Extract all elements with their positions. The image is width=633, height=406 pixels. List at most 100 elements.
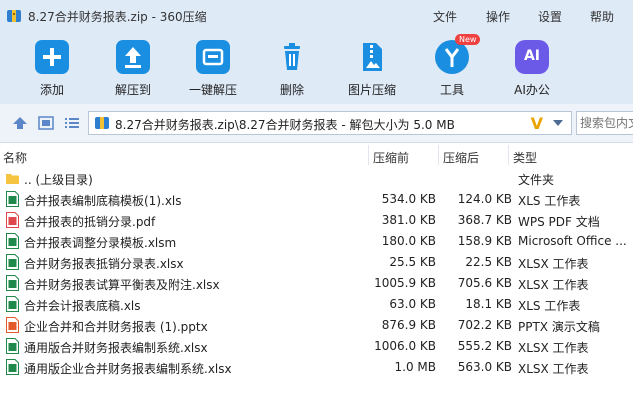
file-type: XLSX 工作表 <box>518 362 589 376</box>
address-path: 8.27合并财务报表.zip\8.27合并财务报表 - 解包大小为 5.0 MB <box>115 118 455 132</box>
file-compressed-size: 180.0 KB <box>381 234 436 248</box>
image-compress-label: 图片压缩 <box>347 83 396 97</box>
image-compress-button[interactable]: 图片压缩 <box>337 40 407 98</box>
file-packed-size: 124.0 KB <box>457 192 512 206</box>
file-compressed-size: 25.5 KB <box>389 255 436 269</box>
table-row[interactable]: 合并报表的抵销分录.pdf 381.0 KB 368.7 KB WPS PDF … <box>0 210 633 231</box>
chevron-down-icon[interactable] <box>553 120 563 126</box>
excel-file-icon <box>6 296 19 312</box>
excel-file-icon <box>6 338 19 354</box>
table-row[interactable]: 合并财务报表试算平衡表及附注.xlsx 1005.9 KB 705.6 KB X… <box>0 273 633 294</box>
tools-icon: New <box>435 34 481 74</box>
address-field[interactable]: 8.27合并财务报表.zip\8.27合并财务报表 - 解包大小为 5.0 MB… <box>88 111 572 135</box>
tools-button[interactable]: New 工具 <box>417 34 487 98</box>
file-type: XLS 工作表 <box>518 299 581 313</box>
file-compressed-size: 381.0 KB <box>381 213 436 227</box>
file-packed-size: 18.1 KB <box>465 297 512 311</box>
file-compressed-size: 534.0 KB <box>381 192 436 206</box>
file-packed-size: 555.2 KB <box>457 339 512 353</box>
extract-to-button[interactable]: 解压到 <box>98 40 168 98</box>
add-button[interactable]: 添加 <box>17 40 87 98</box>
file-compressed-size: 1.0 MB <box>394 360 436 374</box>
file-type: 文件夹 <box>518 173 555 187</box>
file-packed-size: 22.5 KB <box>465 255 512 269</box>
file-type: XLSX 工作表 <box>518 341 589 355</box>
file-compressed-size: 1006.0 KB <box>374 339 436 353</box>
menu-settings[interactable]: 设置 <box>538 8 562 25</box>
ppt-file-icon <box>6 317 19 333</box>
add-label: 添加 <box>39 83 64 97</box>
table-row[interactable]: 合并报表编制底稿模板(1).xls 534.0 KB 124.0 KB XLS … <box>0 189 633 210</box>
menu-file[interactable]: 文件 <box>433 8 457 25</box>
excel-file-icon <box>6 359 19 375</box>
tools-label: 工具 <box>439 83 464 97</box>
table-row[interactable]: 合并财务报表抵销分录表.xlsx 25.5 KB 22.5 KB XLSX 工作… <box>0 252 633 273</box>
excel-file-icon <box>6 191 19 207</box>
ai-icon: AI <box>515 40 549 74</box>
address-bar: 8.27合并财务报表.zip\8.27合并财务报表 - 解包大小为 5.0 MB… <box>0 104 633 143</box>
file-name: 合并财务报表试算平衡表及附注.xlsx <box>24 278 220 292</box>
excel-file-icon <box>6 233 19 249</box>
excel-file-icon <box>6 275 19 291</box>
ai-office-button[interactable]: AI AI办公 <box>497 40 567 98</box>
column-header: 名称 压缩前 压缩后 类型 <box>0 143 633 167</box>
file-name: 企业合并和合并财务报表 (1).pptx <box>24 320 208 334</box>
file-name: .. (上级目录) <box>24 173 93 187</box>
file-compressed-size: 1005.9 KB <box>374 276 436 290</box>
excel-file-icon <box>6 254 19 270</box>
archive-icon <box>95 117 109 129</box>
list-view-icon[interactable] <box>64 116 80 130</box>
search-input[interactable] <box>580 113 633 133</box>
header-divider[interactable] <box>368 145 369 165</box>
one-click-extract-icon <box>196 40 230 74</box>
extract-to-label: 解压到 <box>114 83 151 97</box>
menu-help[interactable]: 帮助 <box>590 8 614 25</box>
file-type: WPS PDF 文档 <box>518 215 600 229</box>
window-title: 8.27合并财务报表.zip - 360压缩 <box>28 10 207 24</box>
table-row[interactable]: 通用版合并财务报表编制系统.xlsx 1006.0 KB 555.2 KB XL… <box>0 336 633 357</box>
delete-button[interactable]: 删除 <box>257 40 327 98</box>
header-packed[interactable]: 压缩后 <box>443 149 479 166</box>
file-type: PPTX 演示文稿 <box>518 320 600 334</box>
delete-label: 删除 <box>279 83 304 97</box>
table-row[interactable]: 合并会计报表底稿.xls 63.0 KB 18.1 KB XLS 工作表 <box>0 294 633 315</box>
file-type: Microsoft Office ... <box>518 234 627 248</box>
table-row[interactable]: 合并报表调整分录模板.xlsm 180.0 KB 158.9 KB Micros… <box>0 231 633 252</box>
header-compressed[interactable]: 压缩前 <box>373 149 409 166</box>
archive-app-icon <box>7 10 21 22</box>
add-icon <box>35 40 69 74</box>
file-name: 合并报表的抵销分录.pdf <box>24 215 156 229</box>
one-click-extract-button[interactable]: 一键解压 <box>178 40 248 98</box>
up-arrow-icon[interactable] <box>12 116 28 130</box>
v-logo-icon[interactable]: V <box>531 114 543 133</box>
file-packed-size: 368.7 KB <box>457 213 512 227</box>
file-type: XLS 工作表 <box>518 194 581 208</box>
file-packed-size: 158.9 KB <box>457 234 512 248</box>
table-row[interactable]: .. (上级目录) 文件夹 <box>0 168 633 189</box>
file-packed-size: 563.0 KB <box>457 360 512 374</box>
header-divider[interactable] <box>438 145 439 165</box>
pdf-file-icon <box>6 212 19 228</box>
file-packed-size: 702.2 KB <box>457 318 512 332</box>
ai-icon-text: AI <box>523 48 541 64</box>
file-type: XLSX 工作表 <box>518 257 589 271</box>
menu-operate[interactable]: 操作 <box>486 8 510 25</box>
header-name[interactable]: 名称 <box>3 149 27 166</box>
header-type[interactable]: 类型 <box>513 149 537 166</box>
file-compressed-size: 876.9 KB <box>381 318 436 332</box>
file-name: 通用版合并财务报表编制系统.xlsx <box>24 341 208 355</box>
thumbnail-view-icon[interactable] <box>38 116 54 130</box>
header-divider[interactable] <box>508 145 509 165</box>
file-compressed-size: 63.0 KB <box>389 297 436 311</box>
one-click-extract-label: 一键解压 <box>188 83 237 97</box>
ai-office-label: AI办公 <box>514 83 550 97</box>
table-row[interactable]: 通用版企业合并财务报表编制系统.xlsx 1.0 MB 563.0 KB XLS… <box>0 357 633 378</box>
title-bar: 8.27合并财务报表.zip - 360压缩 文件 操作 设置 帮助 <box>0 0 633 32</box>
file-name: 合并报表编制底稿模板(1).xls <box>24 194 182 208</box>
file-packed-size: 705.6 KB <box>457 276 512 290</box>
search-box[interactable] <box>576 111 633 135</box>
file-type: XLSX 工作表 <box>518 278 589 292</box>
table-row[interactable]: 企业合并和合并财务报表 (1).pptx 876.9 KB 702.2 KB P… <box>0 315 633 336</box>
new-badge: New <box>455 34 481 45</box>
file-name: 合并会计报表底稿.xls <box>24 299 141 313</box>
